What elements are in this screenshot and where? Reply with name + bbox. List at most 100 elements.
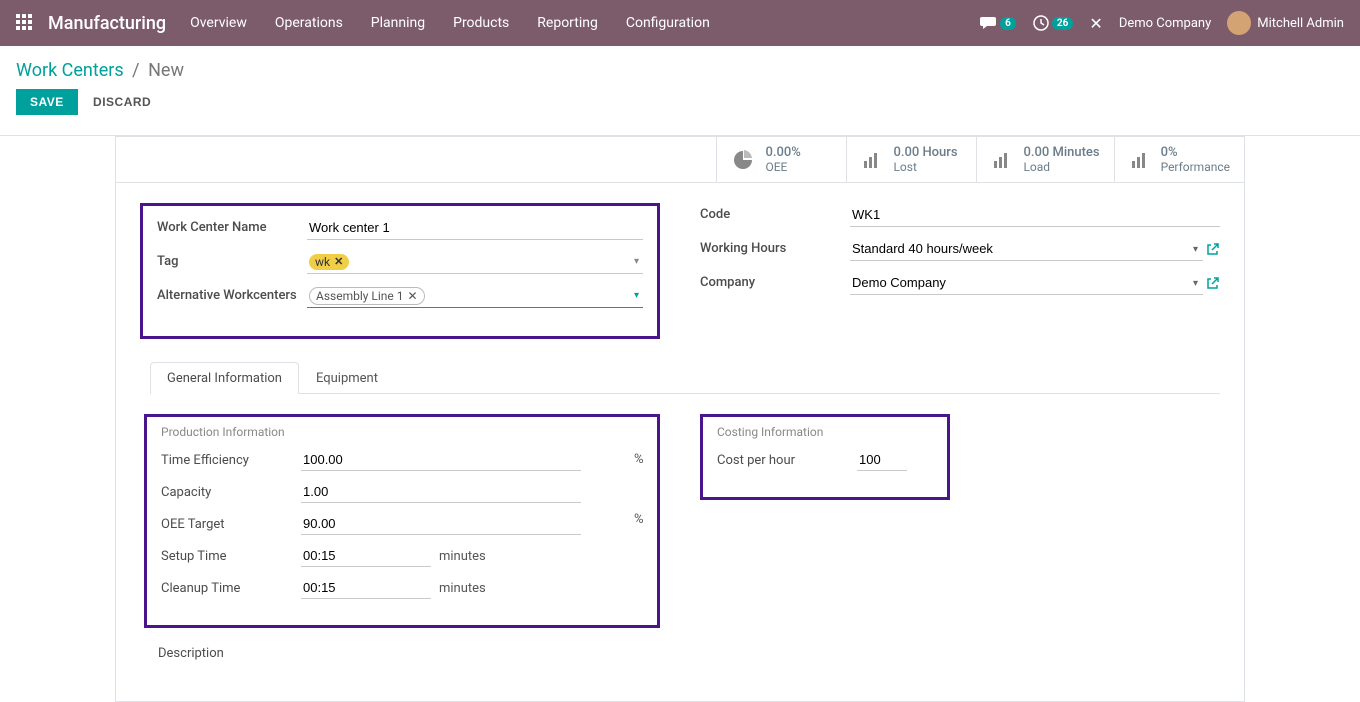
close-icon[interactable]: ✕: [1089, 14, 1102, 33]
field-working-hours: Working Hours ▾: [700, 237, 1220, 261]
breadcrumb-sep: /: [132, 60, 139, 81]
unit-minutes: minutes: [439, 549, 486, 564]
nav-products[interactable]: Products: [453, 15, 509, 31]
field-alt-workcenters: Alternative Workcenters Assembly Line 1 …: [157, 284, 643, 308]
costing-title: Costing Information: [703, 425, 947, 439]
stat-perf-value: 0%: [1161, 145, 1230, 160]
highlight-production: Production Information Time Efficiency C…: [144, 414, 660, 628]
app-brand[interactable]: Manufacturing: [48, 13, 166, 34]
field-cleanup-time: Cleanup Time minutes: [147, 577, 657, 599]
user-menu[interactable]: Mitchell Admin: [1227, 11, 1344, 35]
input-cleanup-time[interactable]: [301, 577, 431, 599]
highlight-main-left: Work Center Name Tag wk ✕: [140, 203, 660, 339]
alt-input-cursor[interactable]: [429, 288, 641, 303]
stat-load-value: 0.00 Minutes: [1023, 145, 1099, 160]
bar-icon: [1129, 149, 1151, 171]
field-tag: Tag wk ✕ ▾: [157, 250, 643, 274]
input-cost-per-hour[interactable]: [857, 449, 907, 471]
label-workcenter-name: Work Center Name: [157, 216, 307, 235]
stat-load[interactable]: 0.00 Minutes Load: [976, 137, 1113, 182]
breadcrumb-root[interactable]: Work Centers: [16, 60, 124, 81]
form-sheet: 0.00% OEE 0.00 Hours Lost 0.00 Minutes: [115, 136, 1245, 702]
company-name[interactable]: Demo Company: [1119, 16, 1211, 31]
right-col: Code Working Hours ▾: [700, 203, 1220, 351]
nav-right: 6 26 ✕ Demo Company Mitchell Admin: [980, 11, 1344, 35]
messages-icon[interactable]: 6: [980, 15, 1016, 31]
tag-chip-remove-icon[interactable]: ✕: [334, 255, 343, 268]
label-tag: Tag: [157, 250, 307, 269]
breadcrumb-current: New: [148, 60, 184, 81]
input-oee-target[interactable]: [301, 513, 581, 535]
label-oee-target: OEE Target: [161, 517, 301, 532]
tabs: General Information Equipment: [150, 361, 1220, 394]
tag-chip-text: wk: [315, 255, 330, 269]
breadcrumb: Work Centers / New: [16, 60, 1344, 81]
activities-icon[interactable]: 26: [1032, 14, 1073, 32]
external-link-icon[interactable]: [1206, 276, 1220, 290]
input-tag[interactable]: wk ✕ ▾: [307, 250, 643, 274]
left-col: Work Center Name Tag wk ✕: [140, 203, 660, 351]
input-company[interactable]: [850, 271, 1203, 295]
input-working-hours[interactable]: [850, 237, 1203, 261]
field-code: Code: [700, 203, 1220, 227]
label-description: Description: [144, 646, 660, 661]
production-group: Production Information Time Efficiency C…: [144, 414, 660, 661]
discard-button[interactable]: DISCARD: [93, 95, 151, 109]
nav-overview[interactable]: Overview: [190, 15, 247, 31]
stat-oee-label: OEE: [765, 160, 800, 174]
input-capacity[interactable]: [301, 481, 581, 503]
stat-oee[interactable]: 0.00% OEE: [716, 137, 846, 182]
nav-reporting[interactable]: Reporting: [537, 15, 598, 31]
stat-lost[interactable]: 0.00 Hours Lost: [846, 137, 976, 182]
field-setup-time: Setup Time minutes: [147, 545, 657, 567]
stat-performance[interactable]: 0% Performance: [1114, 137, 1244, 182]
stat-bar: 0.00% OEE 0.00 Hours Lost 0.00 Minutes: [116, 137, 1244, 183]
apps-icon[interactable]: [16, 14, 34, 32]
production-title: Production Information: [147, 425, 657, 439]
nav-links: Overview Operations Planning Products Re…: [190, 15, 710, 31]
field-capacity: Capacity: [147, 481, 657, 503]
chevron-down-icon[interactable]: ▾: [634, 290, 639, 301]
input-code[interactable]: [850, 203, 1220, 227]
pie-icon: [731, 148, 755, 172]
input-time-efficiency[interactable]: [301, 449, 581, 471]
nav-operations[interactable]: Operations: [275, 15, 343, 31]
label-time-efficiency: Time Efficiency: [161, 453, 301, 468]
label-capacity: Capacity: [161, 485, 301, 500]
field-company: Company ▾: [700, 271, 1220, 295]
stat-load-label: Load: [1023, 160, 1099, 174]
unit-percent: %: [634, 512, 644, 527]
input-alt-workcenters[interactable]: Assembly Line 1 ✕ ▾: [307, 284, 643, 308]
input-workcenter-name[interactable]: [307, 216, 643, 240]
stat-perf-label: Performance: [1161, 160, 1230, 174]
stat-oee-value: 0.00%: [765, 145, 800, 160]
label-company: Company: [700, 271, 850, 290]
messages-badge: 6: [1000, 17, 1016, 30]
bar-icon: [991, 149, 1013, 171]
alt-chip: Assembly Line 1 ✕: [309, 287, 425, 305]
save-button[interactable]: SAVE: [16, 89, 78, 115]
bar-icon: [861, 149, 883, 171]
input-setup-time[interactable]: [301, 545, 431, 567]
control-panel: Work Centers / New SAVE DISCARD: [0, 46, 1360, 125]
alt-chip-remove-icon[interactable]: ✕: [408, 289, 418, 303]
external-link-icon[interactable]: [1206, 242, 1220, 256]
avatar: [1227, 11, 1251, 35]
user-name: Mitchell Admin: [1257, 16, 1344, 31]
sheet-wrap: 0.00% OEE 0.00 Hours Lost 0.00 Minutes: [0, 136, 1360, 702]
nav-configuration[interactable]: Configuration: [626, 15, 710, 31]
label-working-hours: Working Hours: [700, 237, 850, 256]
tag-chip: wk ✕: [309, 254, 349, 270]
label-alt-workcenters: Alternative Workcenters: [157, 284, 307, 303]
tab-general[interactable]: General Information: [150, 362, 299, 394]
stat-lost-value: 0.00 Hours: [893, 145, 957, 160]
tab-general-body: Production Information Time Efficiency C…: [140, 394, 1220, 681]
nav-planning[interactable]: Planning: [371, 15, 425, 31]
field-workcenter-name: Work Center Name: [157, 216, 643, 240]
field-cost-per-hour: Cost per hour: [703, 449, 947, 471]
label-code: Code: [700, 203, 850, 222]
field-oee-target: OEE Target: [147, 513, 657, 535]
tab-equipment[interactable]: Equipment: [299, 362, 395, 394]
chevron-down-icon[interactable]: ▾: [634, 256, 639, 267]
form-body: Work Center Name Tag wk ✕: [116, 183, 1244, 701]
